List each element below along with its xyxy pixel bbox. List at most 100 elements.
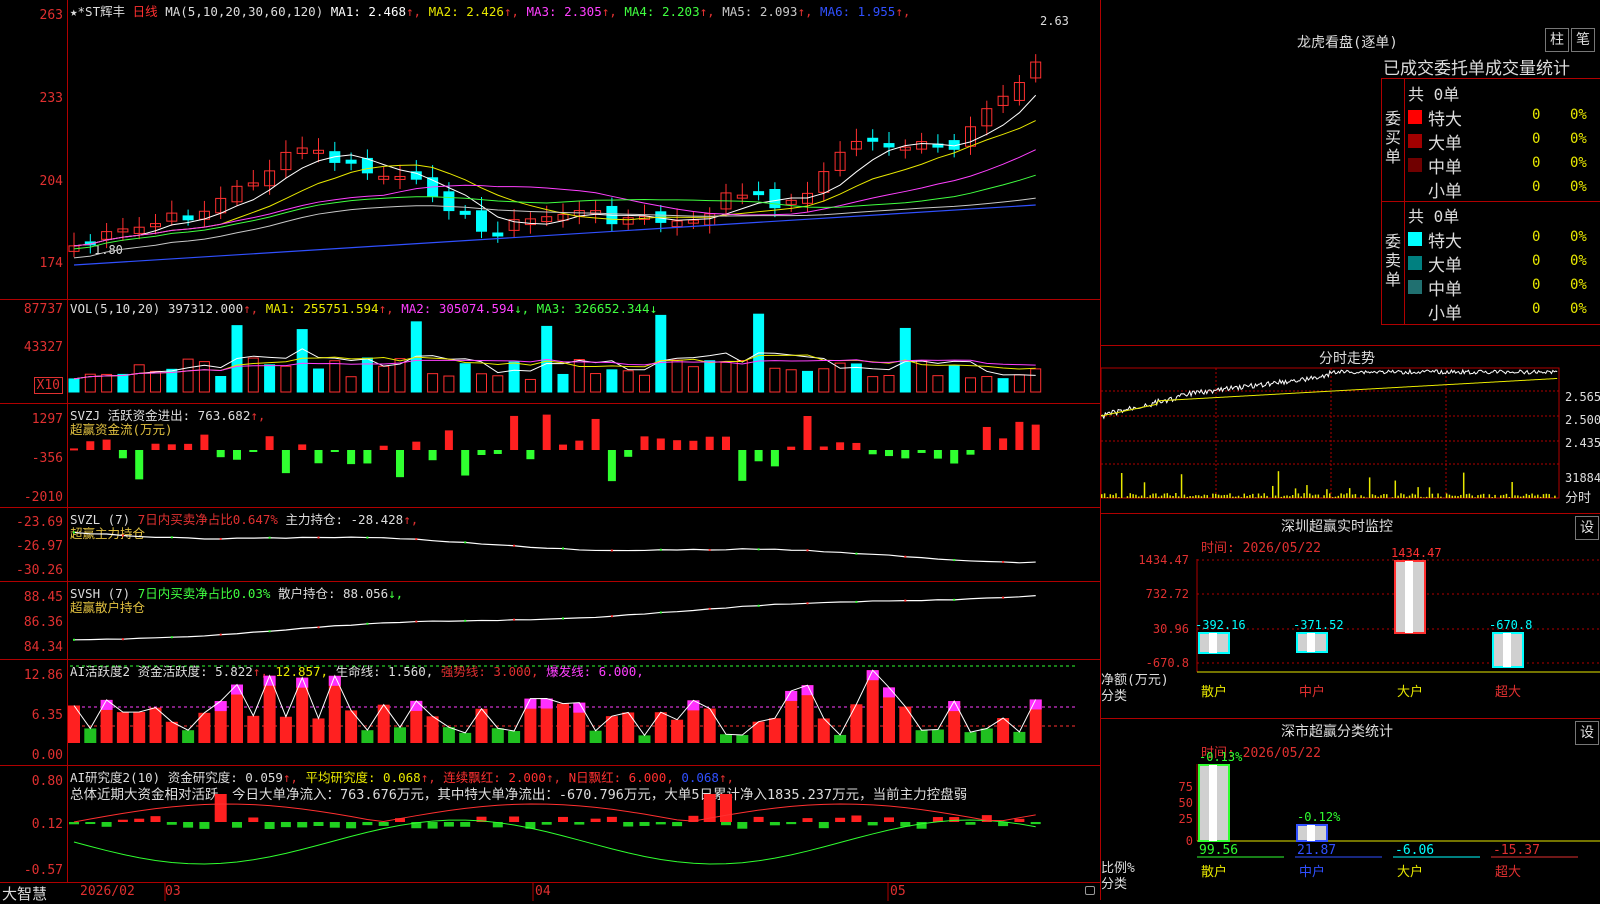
activity-bar xyxy=(313,718,325,743)
fenshi-chart[interactable] xyxy=(1101,346,1600,514)
fenshi-vol-bar xyxy=(1355,494,1357,498)
fenshi-vol-bar xyxy=(1491,497,1493,498)
fenshi-vol-bar xyxy=(1289,496,1291,498)
kline-chart[interactable] xyxy=(0,0,1100,300)
research-bar xyxy=(558,817,568,822)
fenshi-vol-bar xyxy=(1417,487,1419,498)
volume-bar xyxy=(1031,369,1041,392)
volume-bar xyxy=(803,371,813,392)
activity-bar-top xyxy=(785,691,797,701)
fenshi-vol-bar xyxy=(1517,495,1519,498)
volume-bar xyxy=(493,376,503,392)
research-line-green xyxy=(74,820,1036,864)
tick-view-button[interactable]: 笔 xyxy=(1571,28,1595,52)
research-bar xyxy=(656,822,666,824)
volume-bar xyxy=(672,360,682,392)
kline-panel[interactable]: 263 233 204 174 ★*ST辉丰 日线 MA(5,10,20,30,… xyxy=(0,0,1100,300)
svsh-panel[interactable]: 88.45 86.36 84.34 SVSH (7) 7日内买卖净占比0.03%… xyxy=(0,582,1100,660)
flow-bar xyxy=(787,447,795,450)
vol-ma-line xyxy=(74,349,1036,379)
fenshi-vol-bar xyxy=(1412,494,1414,498)
flow-bar xyxy=(592,419,600,450)
candle xyxy=(884,144,894,147)
fenshi-frame xyxy=(1101,368,1559,498)
flow-bar xyxy=(967,450,975,455)
volume-bar xyxy=(297,330,307,392)
line-dot xyxy=(415,621,417,623)
research-bar xyxy=(232,822,242,828)
axis-tick-label: 732.72 xyxy=(1146,587,1189,601)
volume-bar xyxy=(460,364,470,392)
activity-bar-top xyxy=(101,700,113,710)
svzj-chart[interactable] xyxy=(0,404,1100,508)
volume-bar xyxy=(786,370,796,392)
fenshi-vol-bar xyxy=(1249,495,1251,498)
fenshi-vol-bar xyxy=(1452,496,1454,498)
order-color-swatch xyxy=(1408,182,1422,196)
volume-bar xyxy=(933,376,943,392)
fenshi-vol-bar xyxy=(1514,495,1516,498)
vol-chart[interactable] xyxy=(0,300,1100,404)
fenshi-vol-bar xyxy=(1252,494,1254,498)
activity-bar-top xyxy=(215,701,227,711)
candle xyxy=(754,192,764,195)
order-count: 0 xyxy=(1532,155,1540,171)
flow-bar xyxy=(526,450,534,459)
fenshi-panel[interactable]: 分时走势 2.565 2.500 2.435 31884 分时 xyxy=(1100,345,1600,513)
fenshi-vol-bar xyxy=(1221,495,1223,498)
activity-bar xyxy=(671,720,683,743)
column-view-button[interactable]: 柱 xyxy=(1545,28,1569,52)
ai-research-chart[interactable] xyxy=(0,766,1100,882)
volume-bar xyxy=(705,361,715,392)
volume-bar xyxy=(151,371,161,392)
fenshi-vol-bar xyxy=(1281,497,1283,498)
fenshi-vol-bar xyxy=(1526,494,1528,498)
fenshi-vol-bar xyxy=(1352,495,1354,498)
category-label: 大户 xyxy=(1397,684,1423,700)
fenshi-vol-bar xyxy=(1187,497,1189,498)
buy-sell-divider xyxy=(1382,201,1600,202)
order-size-label: 中单 xyxy=(1428,275,1462,300)
svsh-chart[interactable] xyxy=(0,582,1100,660)
ai-active-chart[interactable] xyxy=(0,660,1100,766)
fenshi-vol-bar xyxy=(1238,496,1240,498)
flow-bar xyxy=(999,438,1007,450)
vol-panel[interactable]: 87737 43327 X10 VOL(5,10,20) 397312.000↑… xyxy=(0,300,1100,404)
fenshi-vol-bar xyxy=(1244,494,1246,498)
ai-research-panel[interactable]: 0.80 0.12 -0.57 AI研究度2(10) 资金研究度: 0.059↑… xyxy=(0,766,1100,882)
activity-bar-top xyxy=(410,701,422,711)
volume-bar xyxy=(721,362,731,392)
category-label: 大户 xyxy=(1397,864,1423,880)
fenshi-vol-bar xyxy=(1329,493,1331,498)
flow-bar xyxy=(217,450,225,457)
flow-bar xyxy=(103,440,111,450)
svzj-panel[interactable]: 1297 -356 -2010 SVZJ 活跃资金进出: 763.682↑, 超… xyxy=(0,404,1100,508)
volume-bar xyxy=(819,369,829,392)
volume-bar xyxy=(216,377,226,392)
flow-bar xyxy=(918,450,926,453)
volume-bar xyxy=(656,315,666,392)
bar-top-value: -0.12% xyxy=(1297,810,1341,824)
research-bar xyxy=(118,820,128,822)
sz-class-chart: 7550250-0.13%99.56散户-0.12%21.87中户-6.06大户… xyxy=(1101,719,1600,901)
category-label: 散户 xyxy=(1201,864,1227,880)
flow-bar xyxy=(461,450,469,476)
lhb-tabs[interactable]: 已成交委托单成交量统计 xyxy=(1383,54,1570,79)
fenshi-vol-bar xyxy=(1229,493,1231,498)
volume-bar xyxy=(868,377,878,392)
volume-bar xyxy=(509,362,519,392)
activity-bar xyxy=(84,728,96,743)
flow-bar xyxy=(478,450,486,455)
line-dot xyxy=(318,537,320,539)
activity-bar xyxy=(1013,732,1025,743)
activity-bar xyxy=(280,717,292,743)
order-size-label: 大单 xyxy=(1428,251,1462,276)
ai-active-panel[interactable]: 12.86 6.35 0.00 AI活跃度2 资金活跃度: 5.822↑, 12… xyxy=(0,660,1100,766)
svzl-chart[interactable] xyxy=(0,508,1100,582)
fenshi-vol-bar xyxy=(1152,494,1154,498)
line-dot xyxy=(904,600,906,602)
research-bar xyxy=(591,819,601,822)
svzl-panel[interactable]: -23.69 -26.97 -30.26 SVZL (7) 7日内买卖净占比0.… xyxy=(0,508,1100,582)
fenshi-vol-bar xyxy=(1483,494,1485,498)
fenshi-vol-bar xyxy=(1169,495,1171,498)
